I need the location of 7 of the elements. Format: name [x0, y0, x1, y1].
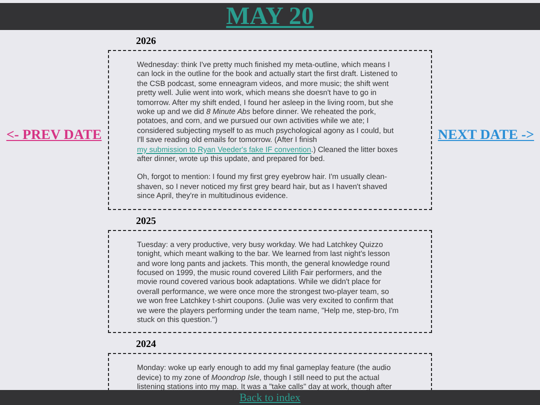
back-to-index-link[interactable]: Back to index: [239, 392, 301, 404]
prev-date-link[interactable]: <- PREV DATE: [6, 128, 102, 144]
year-heading: 2025: [136, 216, 157, 228]
next-date-link[interactable]: NEXT DATE ->: [438, 128, 534, 144]
year-heading: 2026: [136, 36, 157, 48]
page-title[interactable]: MAY 20: [226, 3, 314, 30]
year-heading: 2024: [136, 339, 157, 352]
